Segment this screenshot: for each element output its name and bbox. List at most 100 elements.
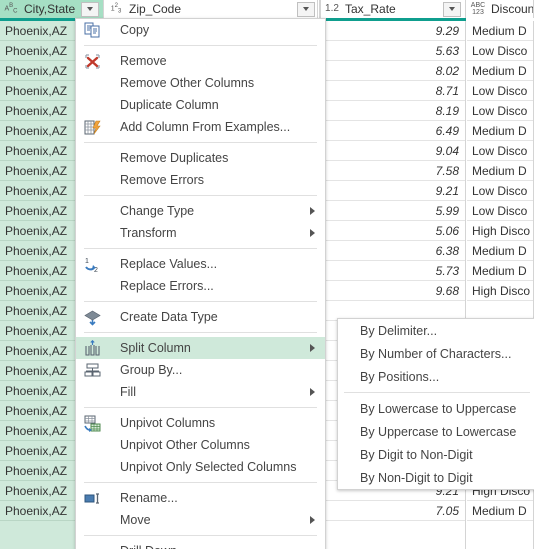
grid-cell[interactable]: 7.05 xyxy=(321,501,465,521)
menu-item-label: Move xyxy=(120,513,151,527)
column-header-city-state[interactable]: ABC City,State xyxy=(0,0,104,18)
menu-item-replace-errors[interactable]: Replace Errors... xyxy=(76,275,325,297)
grid-cell[interactable]: Low Disco xyxy=(467,201,533,221)
menu-item-split-column[interactable]: Split Column xyxy=(76,337,325,359)
menu-item-label: By Number of Characters... xyxy=(360,346,512,361)
menu-separator xyxy=(84,301,317,302)
menu-item-remove-errors[interactable]: Remove Errors xyxy=(76,169,325,191)
grid-cell[interactable]: 9.21 xyxy=(321,181,465,201)
grid-cell[interactable]: High Disco xyxy=(467,221,533,241)
menu-item-label: Rename... xyxy=(120,491,178,505)
menu-separator xyxy=(84,332,317,333)
menu-item-unpivot-other-columns[interactable]: Unpivot Other Columns xyxy=(76,434,325,456)
menu-separator xyxy=(84,407,317,408)
grid-cell[interactable]: Low Disco xyxy=(467,181,533,201)
chevron-right-icon xyxy=(310,388,315,396)
menu-item-label: Replace Values... xyxy=(120,257,218,271)
grid-cell[interactable]: Medium D xyxy=(467,161,533,181)
any-type-icon: ABC 123 xyxy=(470,2,486,16)
menu-item-label: Split Column xyxy=(120,341,191,355)
grid-cell[interactable]: Medium D xyxy=(467,501,533,521)
menu-item-label: Unpivot Columns xyxy=(120,416,216,430)
menu-item-copy[interactable]: Copy xyxy=(76,19,325,41)
copy-icon xyxy=(84,22,101,39)
grid-cell[interactable]: 5.73 xyxy=(321,261,465,281)
grid-cell[interactable]: 9.29 xyxy=(321,21,465,41)
menu-item-by-delimiter[interactable]: By Delimiter... xyxy=(338,319,534,342)
menu-item-by-digit-to-non-digit[interactable]: By Digit to Non-Digit xyxy=(338,443,534,466)
grid-cell[interactable]: 8.19 xyxy=(321,101,465,121)
grid-cell[interactable]: 9.68 xyxy=(321,281,465,301)
column-header-label: City,State xyxy=(24,2,76,16)
chevron-right-icon xyxy=(310,344,315,352)
column-header-zip-code[interactable]: 123 Zip_Code xyxy=(105,0,320,18)
grid-cell[interactable]: 6.49 xyxy=(321,121,465,141)
grid-cell[interactable]: Low Disco xyxy=(467,101,533,121)
grid-cell[interactable]: 5.99 xyxy=(321,201,465,221)
menu-item-duplicate-column[interactable]: Duplicate Column xyxy=(76,94,325,116)
menu-item-move[interactable]: Move xyxy=(76,509,325,531)
menu-item-by-uppercase-to-lowercase[interactable]: By Uppercase to Lowercase xyxy=(338,420,534,443)
menu-separator xyxy=(84,535,317,536)
column-accent-bar-tax-rate xyxy=(321,18,466,21)
grid-cell[interactable]: Medium D xyxy=(467,21,533,41)
menu-item-label: Remove Duplicates xyxy=(120,151,229,165)
menu-item-drill-down[interactable]: Drill Down xyxy=(76,540,325,549)
grid-cell[interactable]: High Disco xyxy=(467,281,533,301)
menu-item-label: Duplicate Column xyxy=(120,98,219,112)
menu-separator xyxy=(84,195,317,196)
grid-cell[interactable]: 5.63 xyxy=(321,41,465,61)
grid-cell[interactable]: Low Disco xyxy=(467,41,533,61)
menu-item-remove[interactable]: Remove xyxy=(76,50,325,72)
menu-item-fill[interactable]: Fill xyxy=(76,381,325,403)
menu-item-label: By Positions... xyxy=(360,369,440,384)
grid-cell[interactable]: 9.04 xyxy=(321,141,465,161)
menu-item-by-non-digit-to-digit[interactable]: By Non-Digit to Digit xyxy=(338,466,534,489)
menu-item-label: Remove Errors xyxy=(120,173,205,187)
grid-cell[interactable]: Low Disco xyxy=(467,141,533,161)
menu-item-transform[interactable]: Transform xyxy=(76,222,325,244)
menu-item-unpivot-columns[interactable]: Unpivot Columns xyxy=(76,412,325,434)
menu-item-create-data-type[interactable]: Create Data Type xyxy=(76,306,325,328)
column-header-discount[interactable]: ABC123 Discount xyxy=(467,0,534,18)
menu-item-label: Unpivot Only Selected Columns xyxy=(120,460,297,474)
menu-item-label: Remove xyxy=(120,54,167,68)
menu-item-label: Transform xyxy=(120,226,177,240)
column-context-menu[interactable]: Copy Remove Remove Other Columns Duplicate … xyxy=(75,18,326,549)
grid-cell[interactable]: 8.02 xyxy=(321,61,465,81)
menu-item-unpivot-only-selected-columns[interactable]: Unpivot Only Selected Columns xyxy=(76,456,325,478)
abc-text-icon: ABC xyxy=(4,3,18,15)
filter-dropdown-button-zip-code[interactable] xyxy=(297,1,315,17)
power-query-editor-window: ABC City,State Phoenix,AZ Phoenix,AZ Phoen… xyxy=(0,0,534,549)
column-header-label: Discount xyxy=(491,2,533,16)
filter-dropdown-button-city-state[interactable] xyxy=(81,1,99,17)
grid-cell[interactable]: 5.06 xyxy=(321,221,465,241)
split-column-submenu[interactable]: By Delimiter... By Number of Characters..… xyxy=(337,318,534,490)
grid-cell[interactable]: 7.58 xyxy=(321,161,465,181)
chevron-right-icon xyxy=(310,207,315,215)
grid-cell[interactable]: Low Disco xyxy=(467,81,533,101)
grid-cell[interactable]: 6.38 xyxy=(321,241,465,261)
grid-cell[interactable]: Medium D xyxy=(467,241,533,261)
menu-item-replace-values[interactable]: 1 2 Replace Values... xyxy=(76,253,325,275)
unpivot-icon xyxy=(84,415,101,432)
grid-cell[interactable]: Medium D xyxy=(467,261,533,281)
grid-cell[interactable]: Medium D xyxy=(467,121,533,141)
filter-dropdown-button-tax-rate[interactable] xyxy=(443,1,461,17)
menu-item-group-by[interactable]: Group By... xyxy=(76,359,325,381)
column-header-tax-rate[interactable]: 1.2 Tax_Rate xyxy=(321,0,466,18)
menu-separator xyxy=(84,248,317,249)
menu-item-by-lowercase-to-uppercase[interactable]: By Lowercase to Uppercase xyxy=(338,397,534,420)
menu-item-change-type[interactable]: Change Type xyxy=(76,200,325,222)
menu-item-label: Group By... xyxy=(120,363,183,377)
grid-cell[interactable]: Medium D xyxy=(467,61,533,81)
menu-item-by-number-of-characters[interactable]: By Number of Characters... xyxy=(338,342,534,365)
menu-item-remove-duplicates[interactable]: Remove Duplicates xyxy=(76,147,325,169)
menu-item-label: By Non-Digit to Digit xyxy=(360,470,473,485)
menu-item-remove-other-columns[interactable]: Remove Other Columns xyxy=(76,72,325,94)
menu-item-rename[interactable]: Rename... xyxy=(76,487,325,509)
menu-separator xyxy=(344,392,530,393)
menu-item-by-positions[interactable]: By Positions... xyxy=(338,365,534,388)
grid-cell[interactable]: 8.71 xyxy=(321,81,465,101)
menu-item-add-column-from-examples[interactable]: Add Column From Examples... xyxy=(76,116,325,138)
